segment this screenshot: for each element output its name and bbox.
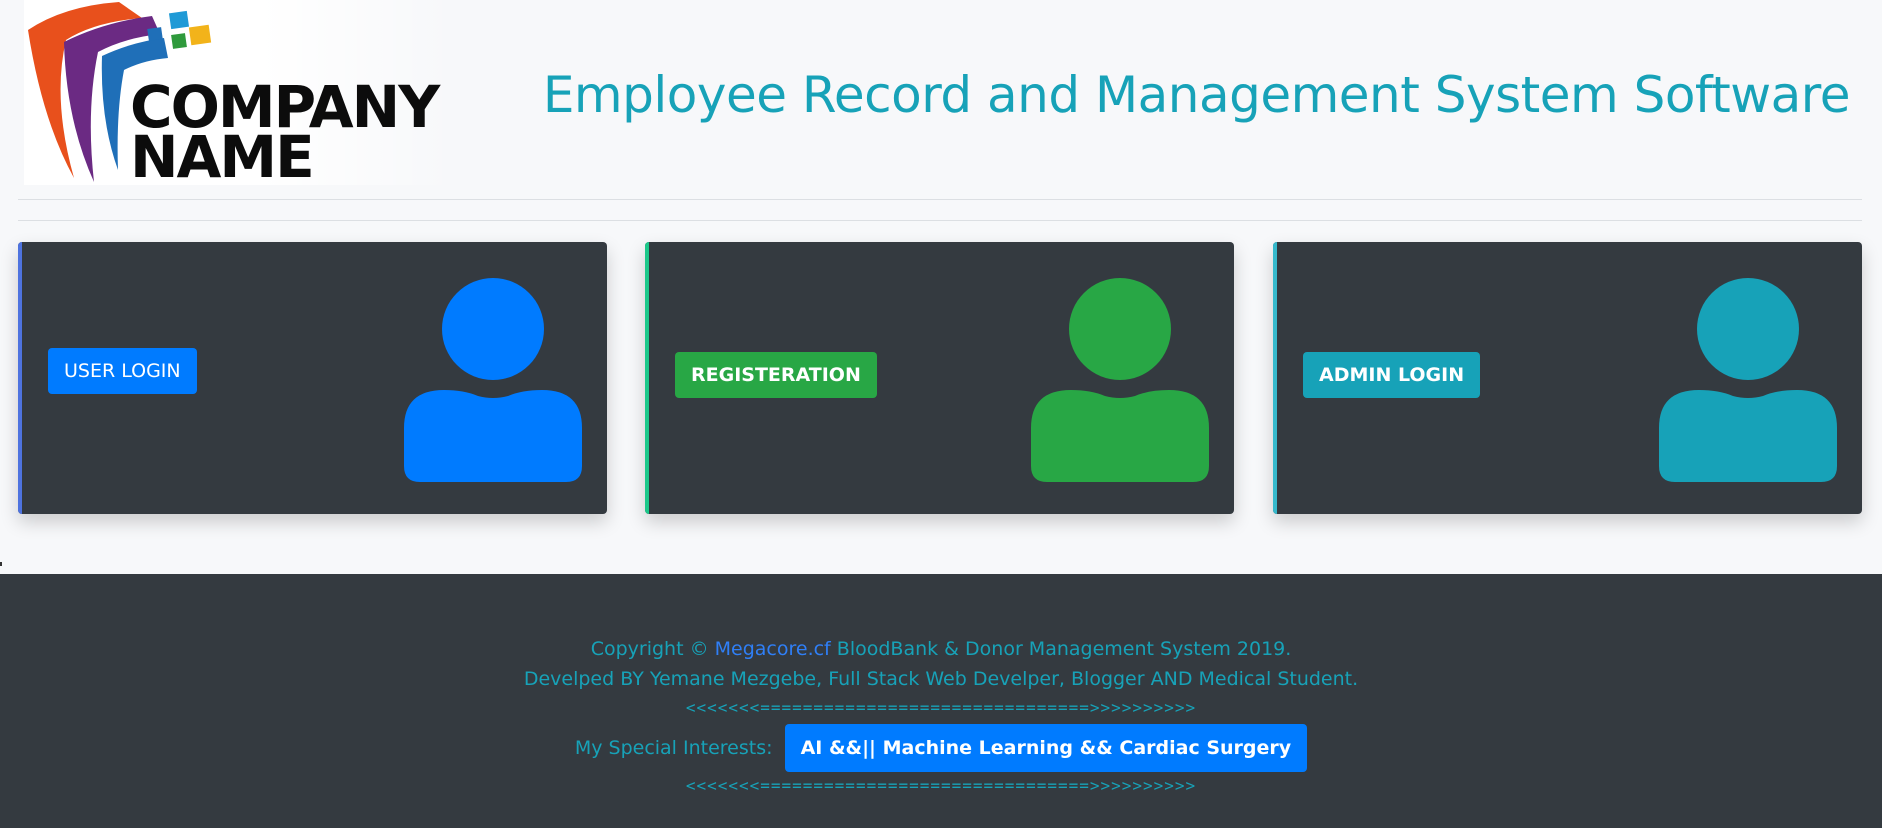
page-title: Employee Record and Management System So… xyxy=(542,66,1851,124)
card-accent-edge xyxy=(18,242,22,514)
user-login-button[interactable]: USER LOGIN xyxy=(48,348,197,394)
copyright-prefix: Copyright © xyxy=(590,638,709,660)
copyright-suffix: BloodBank & Donor Management System 2019… xyxy=(836,638,1292,660)
card-accent-edge xyxy=(645,242,649,514)
footer-divider-top: <<<<<<<===============================>>… xyxy=(685,698,1197,717)
interests-row: My Special Interests: AI &&|| Machine Le… xyxy=(0,724,1882,772)
admin-login-card: ADMIN LOGIN xyxy=(1273,242,1862,514)
company-logo: COMPANY NAME xyxy=(24,0,454,186)
card-accent-edge xyxy=(1273,242,1277,514)
copyright-line: Copyright © Megacore.cf BloodBank & Dono… xyxy=(0,638,1882,660)
user-icon xyxy=(1031,278,1209,482)
admin-login-button[interactable]: ADMIN LOGIN xyxy=(1303,352,1481,398)
interests-badge: AI &&|| Machine Learning && Cardiac Surg… xyxy=(784,724,1308,772)
divider xyxy=(18,220,1862,221)
page-header: COMPANY NAME Employee Record and Managem… xyxy=(0,0,1882,190)
divider xyxy=(18,199,1862,200)
stray-mark xyxy=(0,562,2,566)
registration-button[interactable]: REGISTERATION xyxy=(675,352,877,398)
footer-divider-bottom: <<<<<<<===============================>>… xyxy=(685,776,1197,795)
interests-label: My Special Interests: xyxy=(574,737,773,759)
logo-text: COMPANY NAME xyxy=(130,78,440,186)
registration-card: REGISTERATION xyxy=(645,242,1234,514)
site-link[interactable]: Megacore.cf xyxy=(715,638,831,660)
user-icon xyxy=(1659,278,1837,482)
developer-credit: Develped BY Yemane Mezgebe, Full Stack W… xyxy=(523,668,1359,690)
user-icon xyxy=(404,278,582,482)
user-login-card: USER LOGIN xyxy=(18,242,607,514)
page-footer: Copyright © Megacore.cf BloodBank & Dono… xyxy=(0,574,1882,828)
